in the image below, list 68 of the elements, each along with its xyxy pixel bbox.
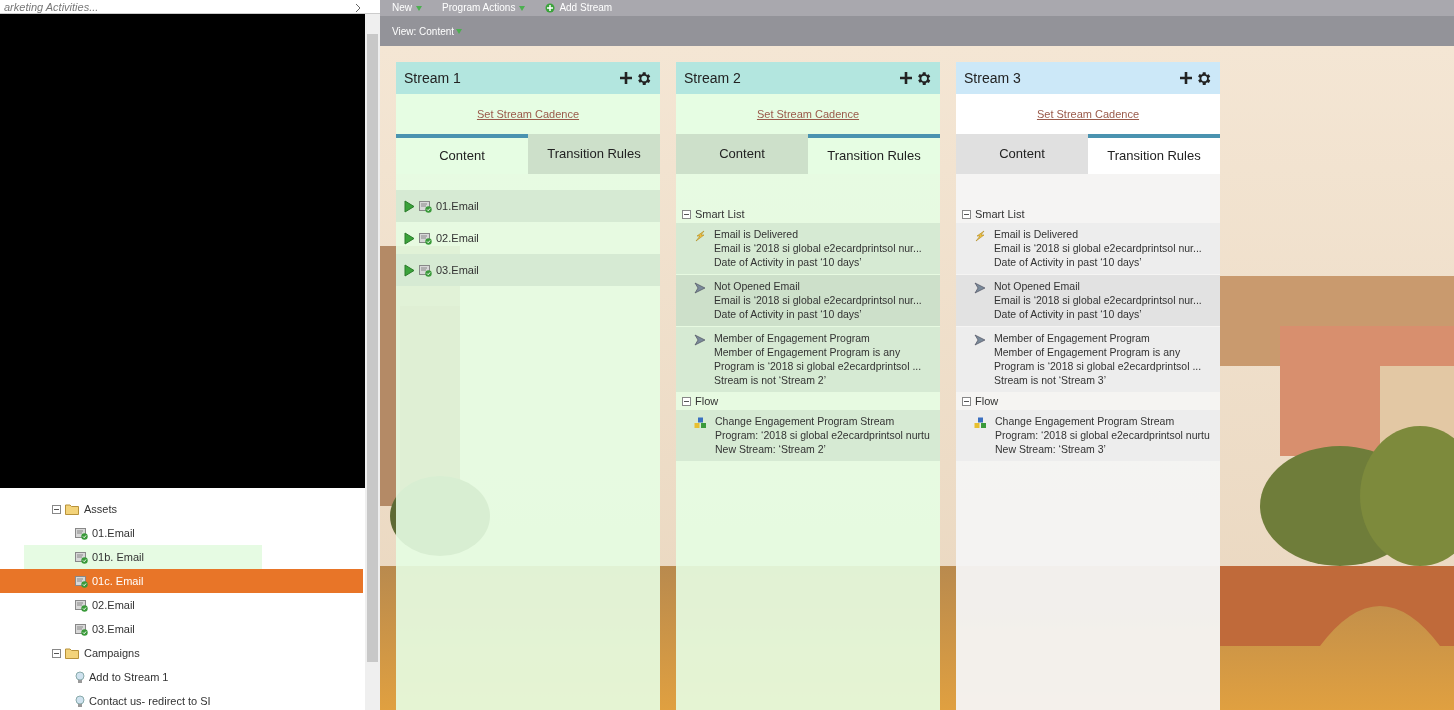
play-icon[interactable] [404,263,415,277]
collapse-icon[interactable] [962,397,971,406]
folder-icon [65,503,80,515]
settings-icon[interactable] [635,69,652,87]
rule-row[interactable]: Member of Engagement Program Member of Engagement Program is any Program is ‘2018 si global e2ecardprintsol ... Stream is not ‘Stream 2’ [676,327,940,392]
rule-row[interactable]: Member of Engagement Program Member of Engagement Program is any Program is ‘2018 si global e2ecardprintsol ... Stream is not ‘Stream 3’ [956,327,1220,392]
section-title: Smart List [975,207,1025,223]
tab[interactable]: Content [956,134,1088,174]
plus-icon[interactable] [899,71,913,85]
blocks-icon [694,417,707,429]
caret-icon [456,28,463,34]
lightbulb-icon [75,694,85,708]
rule-row[interactable]: Change Engagement Program Stream Program: ‘2018 si global e2ecardprintsol nurtu New Stream: ‘Stream 2’ [676,410,940,461]
collapse-icon[interactable] [962,210,971,219]
email-icon [419,231,432,245]
tree-folder[interactable]: Assets [0,497,365,521]
email-icon [75,622,88,636]
lightning-icon [694,230,706,242]
stream-title: Stream 1 [404,68,461,88]
blocks-icon [974,417,987,429]
plus-icon [545,3,556,13]
tree-item[interactable]: 01b. Email [24,545,262,569]
rule-row[interactable]: Change Engagement Program Stream Program: ‘2018 si global e2ecardprintsol nurtu New Stream: ‘Stream 3’ [956,410,1220,461]
tree-item[interactable]: 03.Email [24,617,262,641]
folder-icon [65,647,80,659]
tab[interactable]: Transition Rules [528,134,660,174]
plus-icon[interactable] [619,71,633,85]
email-icon [419,199,432,213]
caret-icon [416,5,422,11]
email-icon [75,574,88,588]
settings-icon[interactable] [1195,69,1212,87]
cadence-link[interactable]: Set Stream Cadence [756,105,860,123]
section-title: Smart List [695,207,745,223]
scrollbar[interactable] [365,14,380,710]
cadence-link[interactable]: Set Stream Cadence [476,105,580,123]
content-row[interactable]: 01.Email [396,190,660,222]
rule-row[interactable]: Email is Delivered Email is ‘2018 si global e2ecardprintsol nur... Date of Activity in past ‘10 days’ [676,223,940,274]
tree-item[interactable]: Contact us- redirect to SI [24,689,262,710]
email-icon [75,550,88,564]
content-row[interactable]: 02.Email [396,222,660,254]
collapse-icon[interactable] [682,397,691,406]
collapse-icon[interactable] [52,648,61,658]
chevron-icon [354,3,362,13]
tree-folder[interactable]: Campaigns [0,641,365,665]
lightning-icon [974,230,986,242]
tree-item[interactable]: Add to Stream 1 [24,665,262,689]
stream-title: Stream 2 [684,68,741,88]
collapse-icon[interactable] [52,504,61,514]
stream-title: Stream 3 [964,68,1021,88]
tab[interactable]: Transition Rules [1088,134,1220,174]
plus-icon[interactable] [1179,71,1193,85]
email-icon [75,598,88,612]
tree-item[interactable]: 01.Email [24,521,262,545]
caret-icon [519,5,526,11]
settings-icon[interactable] [915,69,932,87]
cadence-link[interactable]: Set Stream Cadence [1036,105,1140,123]
tab[interactable]: Content [676,134,808,174]
section-title: Flow [975,394,999,410]
section-title: Flow [695,394,719,410]
tree-item[interactable]: 02.Email [24,593,262,617]
email-icon [75,526,88,540]
collapse-icon[interactable] [682,210,691,219]
rule-row[interactable]: Email is Delivered Email is ‘2018 si global e2ecardprintsol nur... Date of Activity in past ‘10 days’ [956,223,1220,274]
content-row[interactable]: 03.Email [396,254,660,286]
play-icon[interactable] [404,231,415,245]
play-icon[interactable] [404,199,415,213]
lightbulb-icon [75,670,85,684]
email-icon [419,263,432,277]
